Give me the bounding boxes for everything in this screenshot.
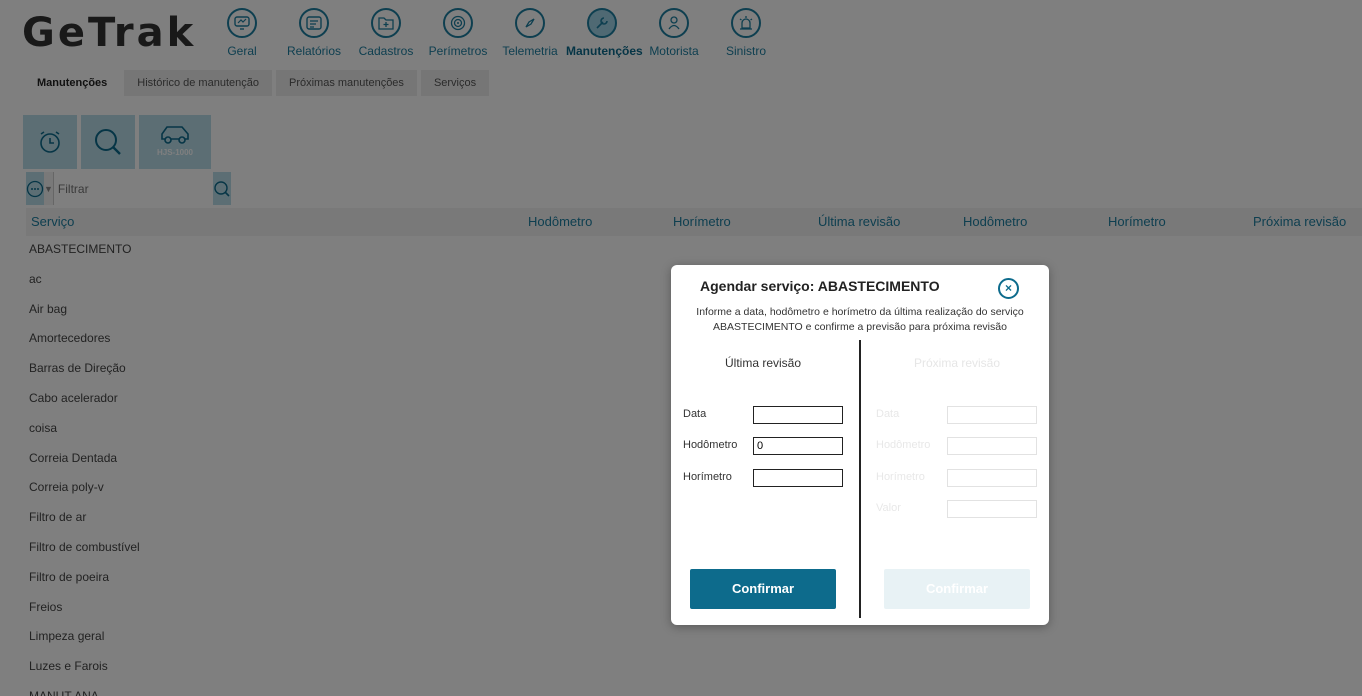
next-date-input bbox=[947, 406, 1037, 424]
next-hourmeter-input bbox=[947, 469, 1037, 487]
last-odometer-input[interactable] bbox=[753, 437, 843, 455]
confirm-next-button: Confirmar bbox=[884, 569, 1030, 609]
next-horimetro-label: Horímetro bbox=[876, 471, 925, 483]
schedule-service-dialog: Agendar serviço: ABASTECIMENTO × Informe… bbox=[671, 265, 1049, 625]
next-data-label: Data bbox=[876, 408, 900, 420]
app-window: GeTrak Geral Relatórios Cadastros Períme… bbox=[0, 0, 1362, 696]
last-date-input[interactable] bbox=[753, 406, 843, 424]
hodometro-label: Hodômetro bbox=[683, 439, 738, 451]
dialog-description: Informe a data, hodômetro e horímetro da… bbox=[696, 306, 1024, 333]
next-revision-title: Próxima revisão bbox=[913, 356, 1001, 370]
valor-label: Valor bbox=[876, 502, 901, 514]
next-hodometro-label: Hodômetro bbox=[876, 439, 931, 451]
confirm-last-button[interactable]: Confirmar bbox=[690, 569, 836, 609]
close-icon[interactable]: × bbox=[998, 278, 1019, 299]
data-label: Data bbox=[683, 408, 707, 420]
value-input bbox=[947, 500, 1037, 518]
last-revision-title: Última revisão bbox=[724, 356, 802, 370]
last-hourmeter-input[interactable] bbox=[753, 469, 843, 487]
next-odometer-input bbox=[947, 437, 1037, 455]
dialog-title: Agendar serviço: ABASTECIMENTO bbox=[700, 278, 940, 294]
horimetro-label: Horímetro bbox=[683, 471, 732, 483]
column-divider bbox=[859, 340, 861, 618]
